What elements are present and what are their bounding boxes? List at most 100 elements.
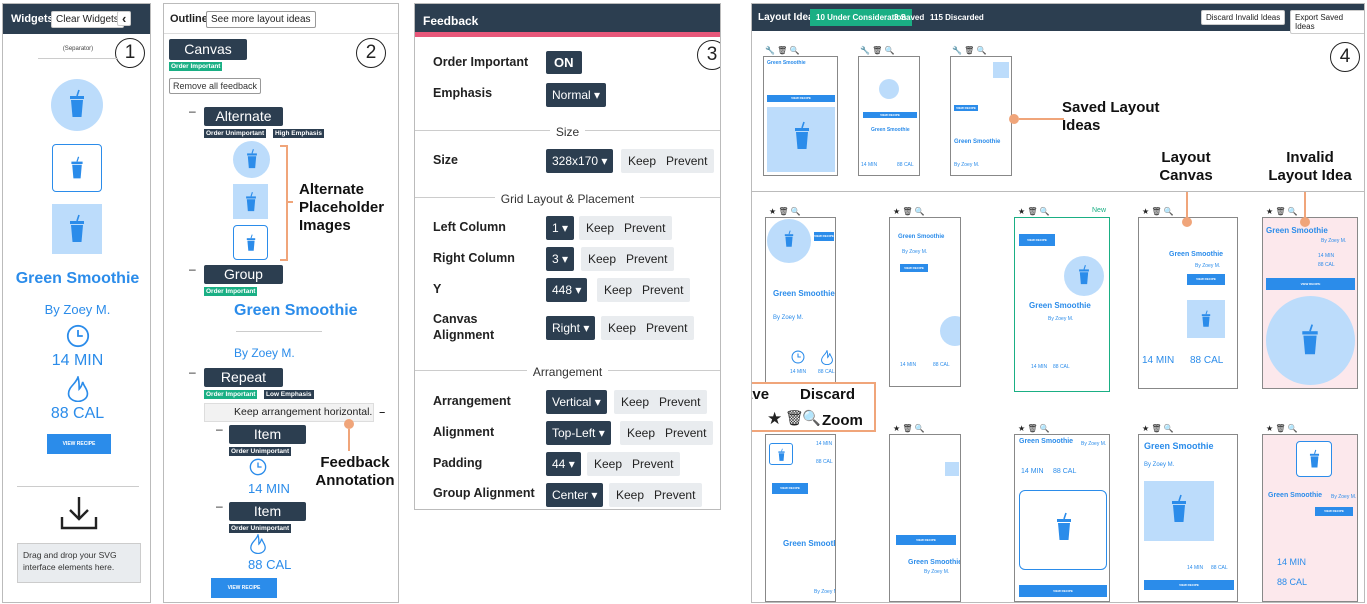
padding-keep-prevent[interactable]: Keep Prevent <box>587 452 681 476</box>
canvas-align-keep-prevent[interactable]: Keep Prevent <box>601 316 695 340</box>
idea-card-6[interactable]: 14 MIN 88 CAL VIEW RECIPE Green Smoothie… <box>765 434 836 602</box>
arrangement-dropdown[interactable]: Vertical ▾ <box>546 390 607 414</box>
card-tools[interactable]: ★ 🗑 🔍 <box>1266 424 1298 433</box>
item-node[interactable]: Item <box>229 425 306 444</box>
card-tools[interactable]: ★ 🗑 🔍 <box>1018 424 1050 433</box>
discard-invalid-button[interactable]: Discard Invalid Ideas <box>1201 10 1286 25</box>
group-node[interactable]: Group <box>204 265 283 284</box>
idea-card-9[interactable]: Green Smoothie By Zoey M. 14 MIN 88 CAL … <box>1138 434 1238 602</box>
right-col-dropdown[interactable]: 3 ▾ <box>546 247 575 271</box>
saved-card-tools[interactable]: 🔧 🗑 🔍 <box>860 46 895 55</box>
cal-widget[interactable]: 88 CAL <box>3 405 150 423</box>
prevent-button[interactable]: Prevent <box>665 426 706 440</box>
group-author[interactable]: By Zoey M. <box>234 346 295 360</box>
flame-icon[interactable] <box>66 376 90 402</box>
left-col-keep-prevent[interactable]: Keep Prevent <box>579 216 673 240</box>
export-saved-button[interactable]: Export Saved Ideas <box>1290 10 1364 34</box>
prevent-button[interactable]: Prevent <box>624 221 665 235</box>
saved-card-1[interactable]: Green Smoothie VIEW RECIPE <box>763 56 838 176</box>
saved-card-3[interactable]: VIEW RECIPE Green Smoothie By Zoey M. <box>950 56 1012 176</box>
padding-dropdown[interactable]: 44 ▾ <box>546 452 581 476</box>
author-widget[interactable]: By Zoey M. <box>3 302 150 317</box>
clear-widgets-button[interactable]: Clear Widgets <box>51 11 124 28</box>
alternate-node[interactable]: Alternate <box>204 107 283 126</box>
view-recipe-outline[interactable]: VIEW RECIPE <box>211 578 277 598</box>
left-col-dropdown[interactable]: 1 ▾ <box>546 216 575 240</box>
card-tools[interactable]: ★ 🗑 🔍 <box>1266 207 1298 216</box>
prevent-button[interactable]: Prevent <box>626 252 667 266</box>
prevent-button[interactable]: Prevent <box>666 154 707 168</box>
keep-button[interactable]: Keep <box>608 321 636 335</box>
prevent-button[interactable]: Prevent <box>659 395 700 409</box>
zoom-icon[interactable]: 🔍 <box>802 410 821 428</box>
circle-image-widget[interactable] <box>51 79 103 131</box>
order-toggle[interactable]: ON <box>546 51 582 74</box>
prevent-button[interactable]: Prevent <box>632 457 673 471</box>
square-image-widget[interactable] <box>52 204 102 254</box>
card-tools[interactable]: ★ 🗑 🔍 <box>893 424 925 433</box>
idea-card-5-invalid[interactable]: Green Smoothie By Zoey M. 14 MIN 88 CAL … <box>1262 217 1358 389</box>
right-col-keep-prevent[interactable]: Keep Prevent <box>581 247 675 271</box>
card-tools[interactable]: ★ 🗑 🔍 <box>769 207 801 216</box>
heading-widget[interactable]: Green Smoothie <box>3 270 150 288</box>
keep-button[interactable]: Keep <box>621 395 649 409</box>
idea-card-2[interactable]: Green Smoothie By Zoey M. VIEW RECIPE 14… <box>889 217 961 387</box>
star-icon[interactable]: ★ <box>767 410 782 428</box>
idea-card-3[interactable]: VIEW RECIPE Green Smoothie By Zoey M. 14… <box>1014 217 1110 392</box>
saved-tab[interactable]: 3 Saved <box>894 13 924 22</box>
y-keep-prevent[interactable]: Keep Prevent <box>597 278 691 302</box>
idea-card-4[interactable]: Green Smoothie By Zoey M. VIEW RECIPE 14… <box>1138 217 1238 389</box>
alt-image-rounded[interactable] <box>233 225 268 260</box>
download-icon[interactable] <box>59 495 99 531</box>
group-align-keep-prevent[interactable]: Keep Prevent <box>609 483 703 507</box>
collapse-button[interactable]: ‹ <box>117 11 132 26</box>
remove-feedback-button[interactable]: Remove all feedback <box>169 78 262 94</box>
time-widget[interactable]: 14 MIN <box>3 352 150 370</box>
idea-card-8[interactable]: Green Smoothie By Zoey M. 14 MIN 88 CAL … <box>1014 434 1110 602</box>
keep-button[interactable]: Keep <box>627 426 655 440</box>
size-keep-prevent[interactable]: Keep Prevent <box>621 149 715 173</box>
smoothie-cup-icon <box>1054 509 1074 545</box>
keep-button[interactable]: Keep <box>604 283 632 297</box>
canvas-node[interactable]: Canvas <box>169 39 247 60</box>
idea-card-10-invalid[interactable]: Green Smoothie By Zoey M. VIEW RECIPE 14… <box>1262 434 1358 602</box>
view-recipe-widget[interactable]: VIEW RECIPE <box>47 434 111 454</box>
y-dropdown[interactable]: 448 ▾ <box>546 278 588 302</box>
group-heading[interactable]: Green Smoothie <box>234 302 358 320</box>
keep-button[interactable]: Keep <box>594 457 622 471</box>
keep-button[interactable]: Keep <box>616 488 644 502</box>
item2-node[interactable]: Item <box>229 502 306 521</box>
alignment-keep-prevent[interactable]: Keep Prevent <box>620 421 714 445</box>
idea-card-7[interactable]: VIEW RECIPE Green Smoothie By Zoey M. <box>889 434 961 602</box>
repeat-node[interactable]: Repeat <box>204 368 283 387</box>
saved-card-2[interactable]: VIEW RECIPE Green Smoothie 14 MIN 88 CAL <box>858 56 920 176</box>
group-align-dropdown[interactable]: Center ▾ <box>546 483 604 507</box>
card-tools[interactable]: ★ 🗑 🔍 <box>1142 424 1174 433</box>
card-tools[interactable]: ★ 🗑 🔍 <box>1018 207 1050 216</box>
saved-card-tools[interactable]: 🔧 🗑 🔍 <box>952 46 987 55</box>
drop-zone[interactable]: Drag and drop your SVG interface element… <box>17 543 141 583</box>
prevent-button[interactable]: Prevent <box>646 321 687 335</box>
keep-button[interactable]: Keep <box>588 252 616 266</box>
alt-image-circle[interactable] <box>233 141 270 178</box>
prevent-button[interactable]: Prevent <box>642 283 683 297</box>
arrangement-keep-prevent[interactable]: Keep Prevent <box>614 390 708 414</box>
rounded-image-widget[interactable] <box>52 144 102 192</box>
separator-widget[interactable]: (Separator) <box>38 46 118 59</box>
feedback-note-remove[interactable]: – <box>379 406 385 418</box>
clock-icon[interactable] <box>66 324 90 348</box>
discarded-tab[interactable]: 115 Discarded <box>930 13 984 22</box>
keep-button[interactable]: Keep <box>586 221 614 235</box>
saved-card-tools[interactable]: 🔧 🗑 🔍 <box>765 46 800 55</box>
card-tools[interactable]: ★ 🗑 🔍 <box>1142 207 1174 216</box>
canvas-align-dropdown[interactable]: Right ▾ <box>546 316 596 340</box>
alignment-dropdown[interactable]: Top-Left ▾ <box>546 421 611 445</box>
prevent-button[interactable]: Prevent <box>654 488 695 502</box>
see-more-button[interactable]: See more layout ideas <box>206 11 316 28</box>
size-dropdown[interactable]: 328x170 ▾ <box>546 149 614 173</box>
keep-button[interactable]: Keep <box>628 154 656 168</box>
alt-image-square[interactable] <box>233 184 268 219</box>
emphasis-dropdown[interactable]: Normal ▾ <box>546 83 607 107</box>
card-tools[interactable]: ★ 🗑 🔍 <box>893 207 925 216</box>
idea-card-1[interactable]: VIEW RECIPE Green Smoothie By Zoey M. 14… <box>765 217 836 387</box>
